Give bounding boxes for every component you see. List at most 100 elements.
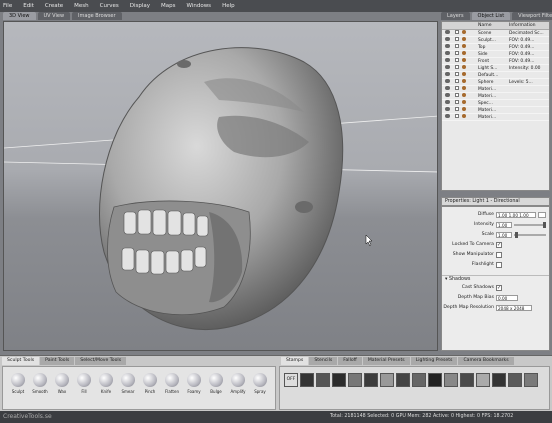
stamp-thumbnail[interactable] [396,373,410,387]
stamp-thumbnail[interactable] [348,373,362,387]
intensity-slider[interactable] [514,224,546,226]
lock-checkbox[interactable] [455,36,459,41]
tool-smooth[interactable]: Smooth [31,373,49,405]
flashlight-label: Flashlight [471,262,494,267]
eye-icon[interactable] [444,106,450,111]
shadows-section[interactable]: ▾ Shadows [442,275,549,283]
intensity-field[interactable]: 1.00 [496,222,512,228]
tool-amplify[interactable]: Amplify [229,373,247,405]
tab-lighting-presets[interactable]: Lighting Presets [410,357,458,365]
eye-icon[interactable] [444,78,450,83]
menu-curves[interactable]: Curves [100,3,119,9]
eye-icon[interactable] [444,113,450,118]
tool-wax[interactable]: Wax [53,373,71,405]
tab-object-list[interactable]: Object List [471,12,511,20]
stamp-thumbnail[interactable] [316,373,330,387]
stamp-thumbnail[interactable] [492,373,506,387]
eye-icon[interactable] [444,57,450,62]
stamp-thumbnail[interactable] [508,373,522,387]
tab-camera-bookmarks[interactable]: Camera Bookmarks [458,357,514,365]
list-item[interactable]: Materi... [442,113,549,121]
stamp-thumbnail[interactable] [444,373,458,387]
tab-paint-tools[interactable]: Paint Tools [40,357,75,365]
tool-knife[interactable]: Knife [97,373,115,405]
lock-checkbox[interactable] [455,64,459,69]
intensity-slider-handle[interactable] [543,222,546,228]
menu-display[interactable]: Display [130,3,150,9]
bulge-tool-icon [209,373,223,387]
tab-layers[interactable]: Layers [441,12,470,20]
stamp-thumbnail[interactable] [412,373,426,387]
eye-icon[interactable] [444,92,450,97]
tab-image-browser[interactable]: Image Browser [72,12,122,20]
tool-smear[interactable]: Smear [119,373,137,405]
menu-edit[interactable]: Edit [23,3,34,9]
col-name[interactable]: Name [478,22,509,29]
menu-help[interactable]: Help [222,3,235,9]
tab-material-presets[interactable]: Material Presets [362,357,410,365]
tool-flatten[interactable]: Flatten [163,373,181,405]
lock-checkbox[interactable] [455,78,459,83]
eye-icon[interactable] [444,64,450,69]
menu-maps[interactable]: Maps [161,3,175,9]
tool-sculpt[interactable]: Sculpt [9,373,27,405]
lock-checkbox[interactable] [455,113,459,118]
stamp-thumbnail[interactable] [364,373,378,387]
scale-field[interactable]: 1.00 [496,232,512,238]
stamp-off[interactable]: OFF [284,373,298,387]
menu-file[interactable]: File [3,3,12,9]
lock-checkbox[interactable] [455,85,459,90]
tool-fill[interactable]: Fill [75,373,93,405]
scale-slider-handle[interactable] [515,232,518,238]
scale-slider[interactable] [514,234,546,236]
lock-checkbox[interactable] [455,57,459,62]
stamps-tray: OFF [279,366,550,410]
stamp-thumbnail[interactable] [460,373,474,387]
lock-checkbox[interactable] [455,50,459,55]
tab-falloff[interactable]: Falloff [338,357,362,365]
diffuse-field[interactable]: 1.00 1.00 1.00 [496,212,536,218]
stamp-thumbnail[interactable] [428,373,442,387]
lock-checkbox[interactable] [455,71,459,76]
lock-checkbox[interactable] [455,29,459,34]
tool-foamy[interactable]: Foamy [185,373,203,405]
stamp-thumbnail[interactable] [380,373,394,387]
menu-create[interactable]: Create [45,3,63,9]
show-manipulator-checkbox[interactable] [496,252,502,258]
tab-viewport-filters[interactable]: Viewport Filters [512,12,552,20]
eye-icon[interactable] [444,36,450,41]
eye-icon[interactable] [444,29,450,34]
eye-icon[interactable] [444,85,450,90]
stamp-thumbnail[interactable] [476,373,490,387]
eye-icon[interactable] [444,71,450,76]
stamp-thumbnail[interactable] [524,373,538,387]
locked-checkbox[interactable]: ✓ [496,242,502,248]
lock-checkbox[interactable] [455,106,459,111]
stamp-thumbnail[interactable] [300,373,314,387]
menu-windows[interactable]: Windows [187,3,212,9]
tab-stamps[interactable]: Stamps [281,357,309,365]
col-information[interactable]: Information [509,22,549,29]
eye-icon[interactable] [444,43,450,48]
tab-3d-view[interactable]: 3D View [3,12,36,20]
3d-viewport[interactable] [3,21,438,351]
eye-icon[interactable] [444,99,450,104]
flashlight-checkbox[interactable] [496,262,502,268]
depth-map-bias-field[interactable]: 0.00 [496,295,518,301]
eye-icon[interactable] [444,50,450,55]
tab-uv-view[interactable]: UV View [37,12,71,20]
depth-map-resolution-select[interactable]: 2048 x 2048 [496,305,532,311]
stamp-thumbnail[interactable] [332,373,346,387]
tab-select-move-tools[interactable]: Select/Move Tools [75,357,127,365]
tool-bulge[interactable]: Bulge [207,373,225,405]
tool-pinch[interactable]: Pinch [141,373,159,405]
lock-checkbox[interactable] [455,43,459,48]
tab-sculpt-tools[interactable]: Sculpt Tools [2,357,40,365]
menu-mesh[interactable]: Mesh [74,3,88,9]
lock-checkbox[interactable] [455,99,459,104]
tool-spray[interactable]: Spray [251,373,269,405]
cast-shadows-checkbox[interactable]: ✓ [496,285,502,291]
tab-stencils[interactable]: Stencils [309,357,338,365]
diffuse-color-swatch[interactable] [538,212,546,218]
lock-checkbox[interactable] [455,92,459,97]
